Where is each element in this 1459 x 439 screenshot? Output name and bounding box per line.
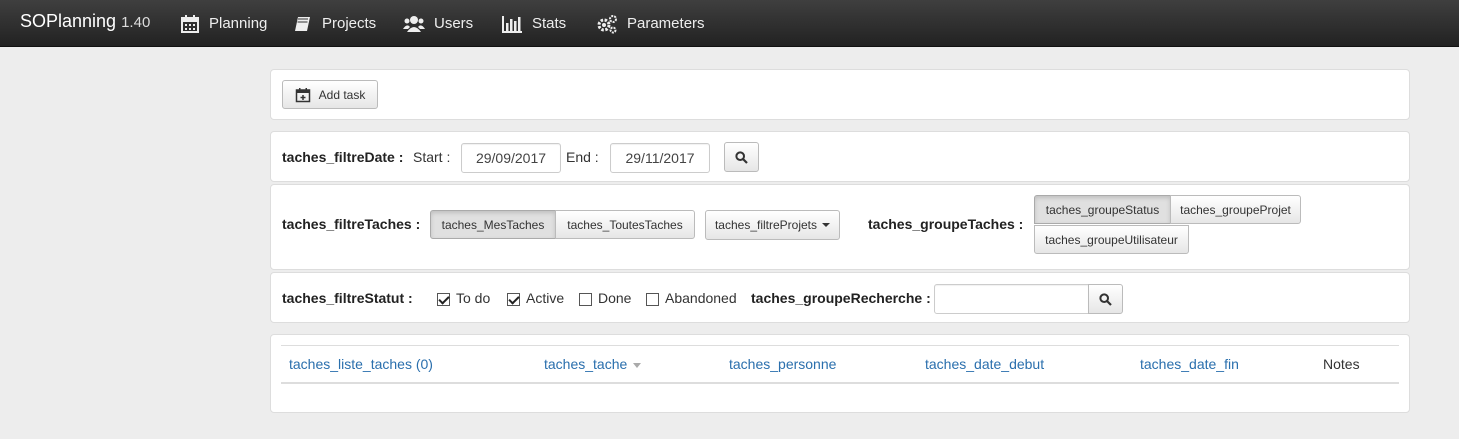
sort-down-icon (633, 362, 642, 368)
nav-item-parameters[interactable]: Parameters (596, 0, 705, 47)
calendar-plus-icon (295, 87, 310, 102)
nav-item-planning[interactable]: Planning (180, 0, 267, 47)
group-project-button[interactable]: taches_groupeProjet (1170, 195, 1301, 224)
col-task: taches_tache (544, 356, 628, 372)
app-version: 1.40 (121, 14, 151, 31)
abandoned-label: Abandoned (665, 290, 737, 306)
task-filter-panel: taches_filtreTaches : taches_MesTaches t… (270, 184, 1410, 270)
start-label: Start : (413, 149, 451, 165)
start-date-input[interactable]: 29/09/2017 (461, 143, 561, 173)
calendar-icon (181, 14, 199, 33)
search-icon (1099, 292, 1112, 306)
app-brand[interactable]: SOPlanning 1.40 (20, 11, 150, 32)
nav-item-users[interactable]: Users (403, 0, 473, 47)
todo-label: To do (456, 290, 491, 306)
status-filter-panel: taches_filtreStatut : To do Active Done … (270, 272, 1410, 323)
my-tasks-button[interactable]: taches_MesTaches (430, 210, 556, 239)
date-filter-panel: taches_filtreDate : Start : 29/09/2017 E… (270, 131, 1410, 182)
col-task-wrap[interactable]: taches_tache (544, 356, 642, 372)
col-end-date[interactable]: taches_date_fin (1140, 356, 1239, 372)
col-start-date[interactable]: taches_date_debut (925, 356, 1044, 372)
add-task-button[interactable]: Add task (282, 80, 378, 109)
abandoned-checkbox[interactable] (646, 293, 659, 306)
status-filter-label: taches_filtreStatut : (282, 290, 413, 306)
search-icon (735, 150, 748, 164)
group-user-label: taches_groupeUtilisateur (1045, 232, 1178, 247)
task-table-header: taches_liste_taches (0) taches_tache tac… (281, 345, 1399, 384)
search-input[interactable] (934, 284, 1089, 314)
all-tasks-label: taches_ToutesTaches (567, 217, 683, 232)
nav-label: Planning (209, 15, 268, 32)
group-status-button[interactable]: taches_groupeStatus (1034, 195, 1171, 224)
all-tasks-button[interactable]: taches_ToutesTaches (555, 210, 695, 239)
col-task-list[interactable]: taches_liste_taches (0) (289, 356, 433, 372)
col-notes: Notes (1323, 356, 1360, 372)
date-search-button[interactable] (724, 142, 759, 172)
search-button[interactable] (1088, 284, 1123, 314)
group-tasks-label: taches_groupeTaches : (868, 216, 1024, 232)
nav-label: Projects (322, 15, 377, 32)
col-person[interactable]: taches_personne (729, 356, 836, 372)
search-label: taches_groupeRecherche : (751, 290, 931, 306)
active-label: Active (526, 290, 565, 306)
project-filter-dropdown[interactable]: taches_filtreProjets (705, 210, 840, 240)
group-user-button[interactable]: taches_groupeUtilisateur (1034, 225, 1189, 254)
task-table-panel: taches_liste_taches (0) taches_tache tac… (270, 334, 1410, 413)
bar-chart-icon (502, 15, 522, 33)
active-checkbox[interactable] (507, 293, 520, 306)
cogs-icon (597, 14, 617, 33)
date-filter-label: taches_filtreDate : (282, 149, 404, 165)
caret-down-icon (822, 223, 831, 227)
toolbar-panel: Add task (270, 69, 1410, 120)
todo-checkbox[interactable] (437, 293, 450, 306)
app-name: SOPlanning (20, 11, 117, 31)
end-label: End : (566, 149, 599, 165)
book-icon (295, 16, 310, 31)
nav-item-stats[interactable]: Stats (501, 0, 566, 47)
end-date-input[interactable]: 29/11/2017 (610, 143, 710, 173)
done-label: Done (598, 290, 632, 306)
task-filter-label: taches_filtreTaches : (282, 216, 421, 232)
my-tasks-label: taches_MesTaches (441, 217, 545, 232)
users-icon (403, 15, 425, 32)
nav-label: Users (434, 15, 474, 32)
project-filter-label: taches_filtreProjets (714, 218, 818, 232)
group-status-label: taches_groupeStatus (1045, 202, 1160, 217)
done-checkbox[interactable] (579, 293, 592, 306)
top-navbar: SOPlanning 1.40 Planning Projects Users (0, 0, 1459, 47)
nav-label: Parameters (627, 15, 705, 32)
nav-label: Stats (532, 15, 567, 32)
nav-item-projects[interactable]: Projects (293, 0, 376, 47)
group-project-label: taches_groupeProjet (1180, 202, 1291, 217)
add-task-label: Add task (318, 87, 366, 102)
